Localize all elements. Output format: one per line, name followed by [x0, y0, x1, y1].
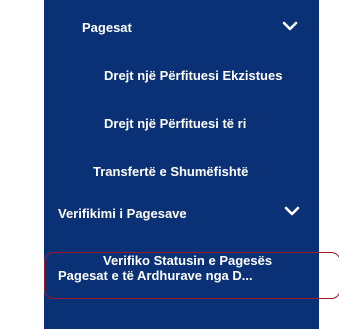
submenu-item-new-beneficiary[interactable]: Drejt një Përfituesi të ri	[104, 116, 246, 132]
sidebar-menu: Pagesat Drejt një Përfituesi Ekzistues D…	[44, 0, 319, 329]
submenu-item-income-payments[interactable]: Pagesat e të Ardhurave nga D...	[58, 268, 253, 284]
submenu-item-multiple-transfer[interactable]: Transfertë e Shumëfishtë	[93, 164, 248, 180]
chevron-down-icon[interactable]	[281, 19, 299, 33]
submenu-item-verify-status[interactable]: Verifiko Statusin e Pagesës	[103, 253, 272, 269]
submenu-item-label: Transfertë e Shumëfishtë	[93, 164, 249, 179]
submenu-item-label: Drejt një Përfituesi të ri	[104, 116, 247, 131]
submenu-item-label: Verifiko Statusin e Pagesës	[103, 253, 273, 268]
submenu-item-label: Pagesat e të Ardhurave nga D...	[58, 268, 253, 283]
submenu-item-existing-beneficiary[interactable]: Drejt një Përfituesi Ekzistues	[104, 68, 282, 84]
screen: Pagesat Drejt një Përfituesi Ekzistues D…	[0, 0, 339, 329]
submenu-item-label: Drejt një Përfituesi Ekzistues	[104, 68, 283, 83]
chevron-down-icon[interactable]	[283, 204, 301, 218]
menu-section-pagesat[interactable]: Pagesat	[82, 20, 132, 36]
menu-section-label: Pagesat	[82, 20, 132, 35]
menu-section-verifikimi[interactable]: Verifikimi i Pagesave	[58, 206, 187, 222]
menu-section-label: Verifikimi i Pagesave	[58, 206, 187, 221]
